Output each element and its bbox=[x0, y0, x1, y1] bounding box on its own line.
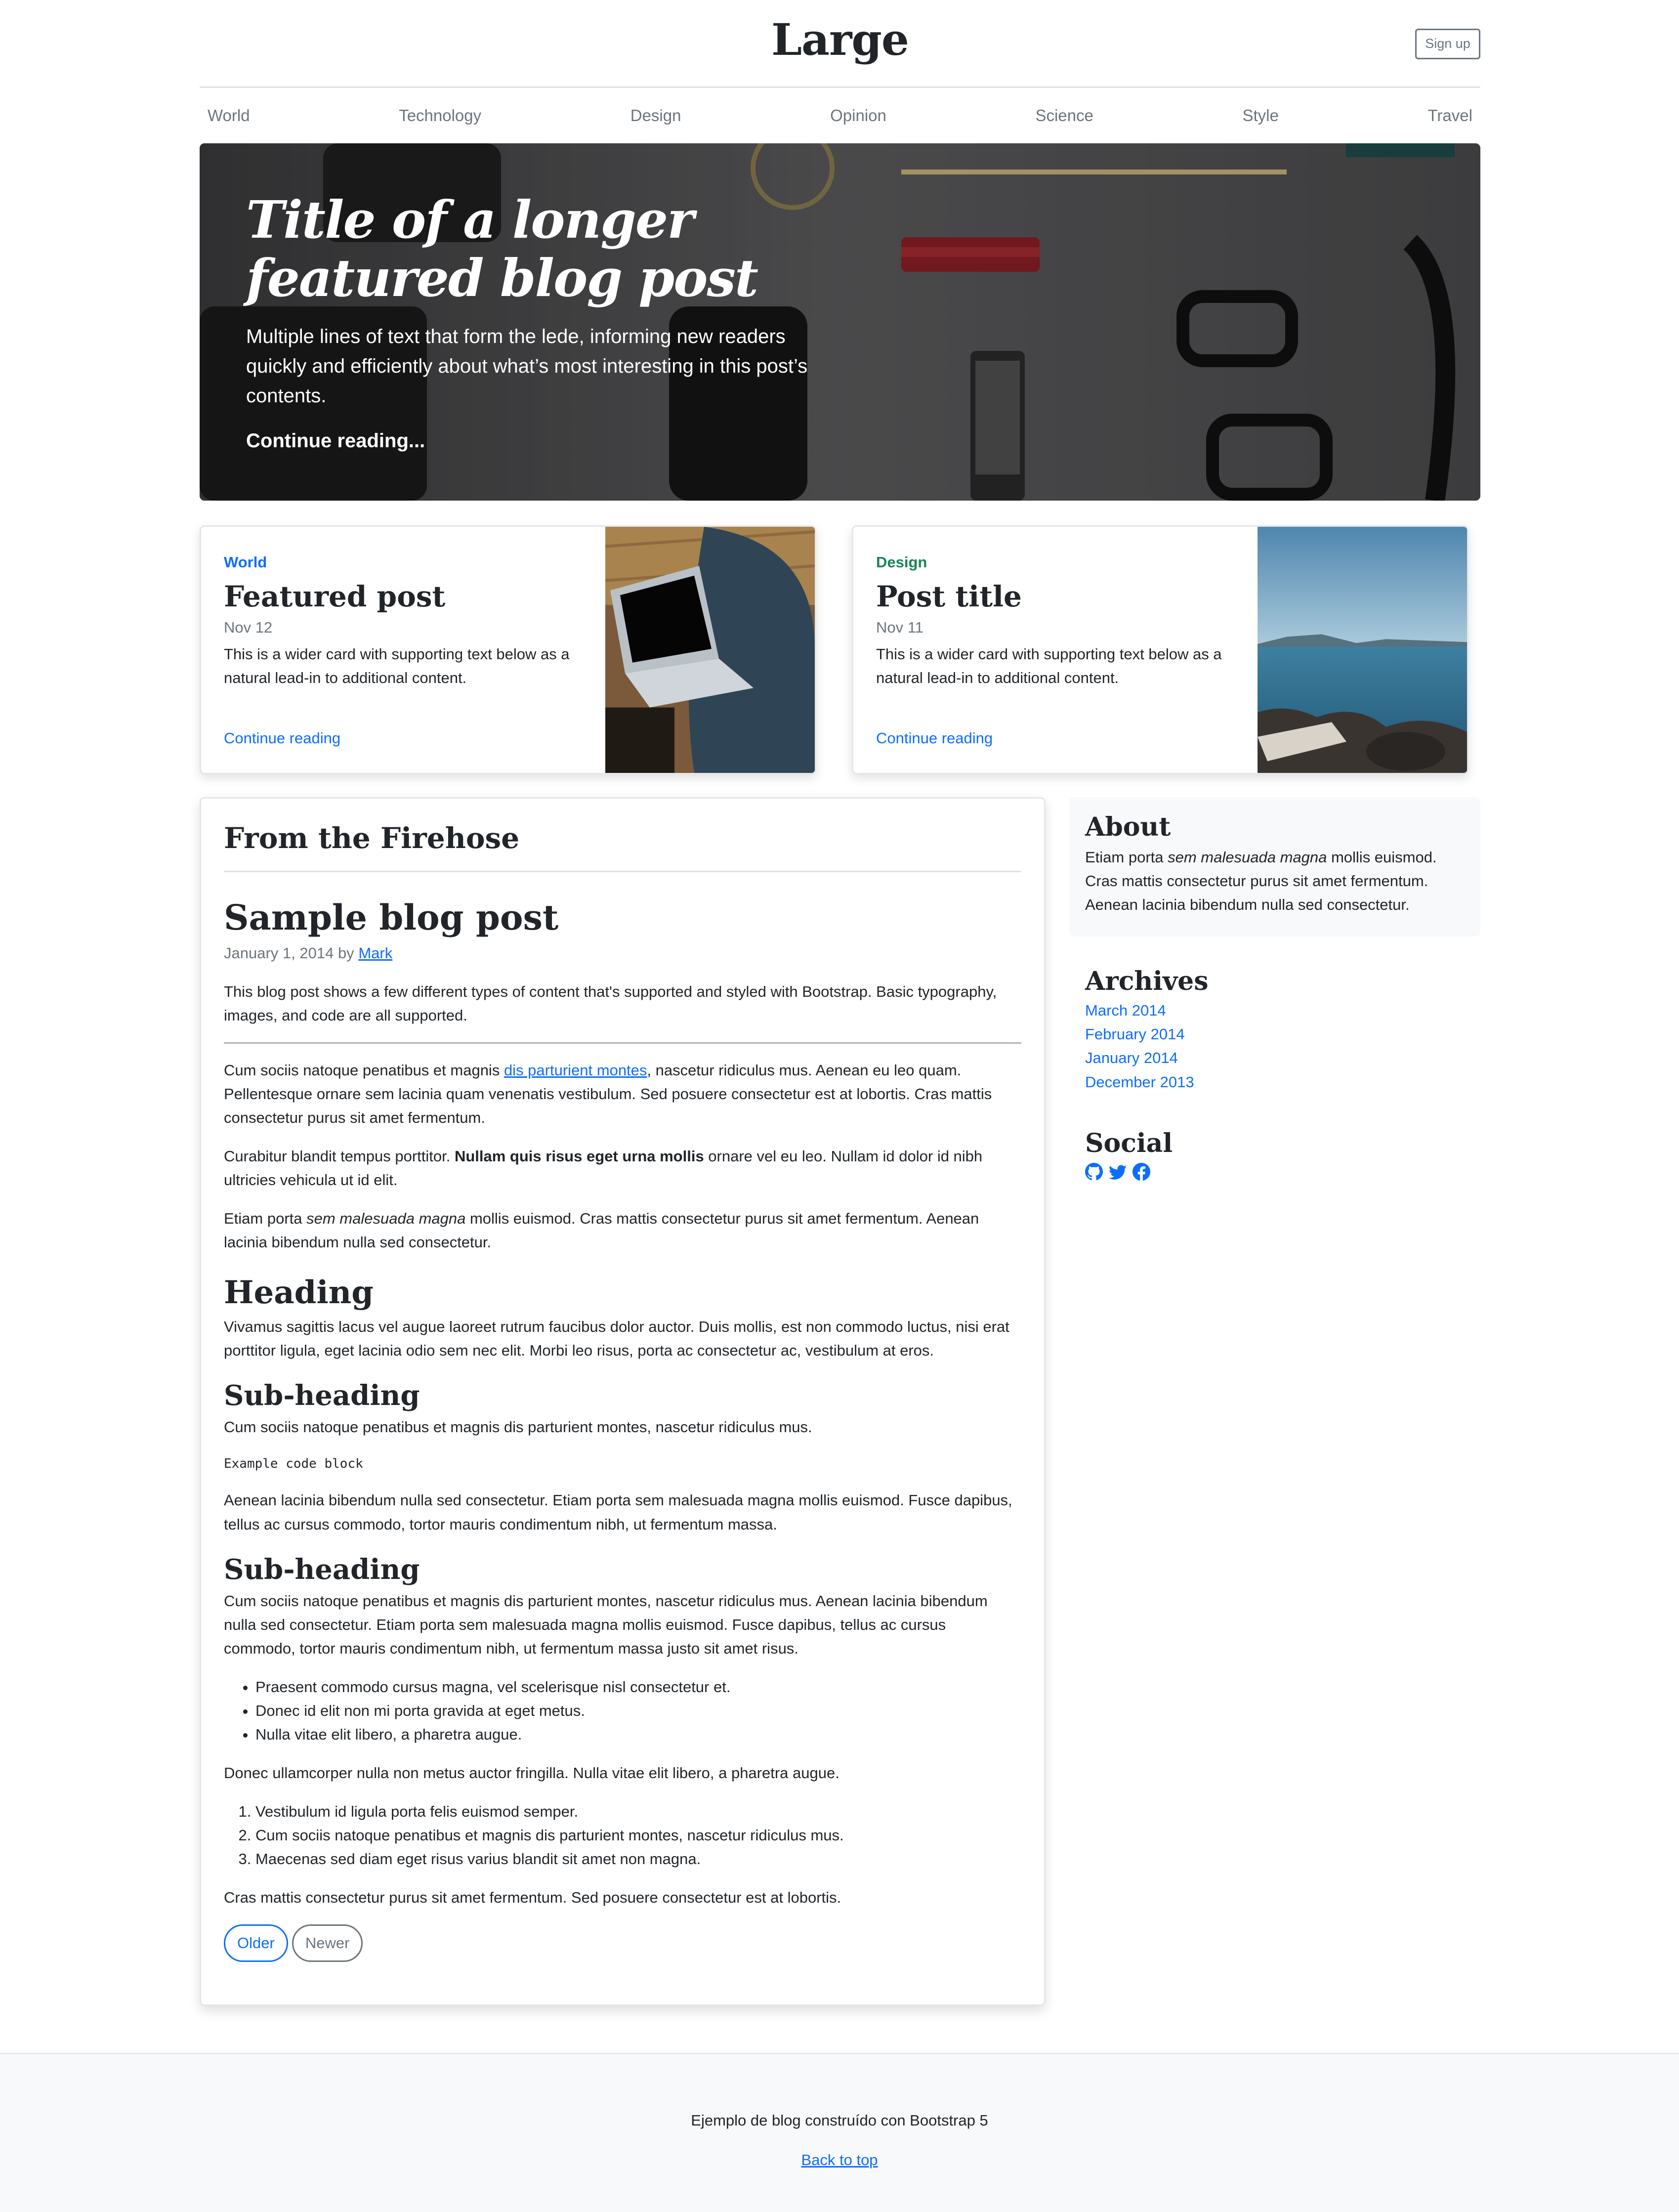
card-date: Nov 12 bbox=[224, 618, 273, 636]
text: Etiam porta bbox=[1085, 849, 1168, 866]
archive-link[interactable]: March 2014 bbox=[1085, 1002, 1166, 1019]
about-text: Etiam porta sem malesuada magna mollis e… bbox=[1085, 846, 1465, 917]
about-box: About Etiam porta sem malesuada magna mo… bbox=[1069, 797, 1480, 936]
card-title: Featured post bbox=[224, 580, 446, 614]
paragraph: Etiam porta sem malesuada magna mollis e… bbox=[224, 1207, 1021, 1254]
inline-link[interactable]: dis parturient montes bbox=[504, 1062, 647, 1079]
paragraph: Donec ullamcorper nulla non metus auctor… bbox=[224, 1764, 840, 1782]
nav-link-technology[interactable]: Technology bbox=[399, 103, 481, 128]
card-text: This is a wider card with supporting tex… bbox=[224, 645, 570, 686]
heading: Heading bbox=[224, 1274, 374, 1312]
archive-link[interactable]: December 2013 bbox=[1085, 1073, 1194, 1091]
card-date: Nov 11 bbox=[876, 618, 923, 636]
card-category: Design bbox=[876, 553, 927, 571]
nav-link-travel[interactable]: Travel bbox=[1427, 103, 1472, 128]
footer-text: Ejemplo de blog construído con Bootstrap… bbox=[691, 2112, 988, 2129]
brand-logo[interactable]: Large bbox=[200, 14, 1480, 66]
list-item: Donec id elit non mi porta gravida at eg… bbox=[255, 1699, 1021, 1723]
archive-item: March 2014 bbox=[1085, 999, 1480, 1022]
main-article-panel: From the Firehose Sample blog post Janua… bbox=[200, 797, 1046, 2006]
paragraph: Cras mattis consectetur purus sit amet f… bbox=[224, 1889, 841, 1907]
nav-link-style[interactable]: Style bbox=[1242, 103, 1278, 128]
list-item: Vestibulum id ligula porta felis euismod… bbox=[255, 1800, 1021, 1824]
card-body: Design Post title Nov 11 This is a wider… bbox=[876, 551, 1261, 690]
archive-link[interactable]: January 2014 bbox=[1085, 1049, 1178, 1066]
post-meta: January 1, 2014 by Mark bbox=[224, 941, 1021, 965]
nav-link-design[interactable]: Design bbox=[630, 103, 681, 128]
archive-link[interactable]: February 2014 bbox=[1085, 1025, 1185, 1043]
list-item: Maecenas sed diam eget risus varius blan… bbox=[255, 1847, 1021, 1871]
site-header: Large Sign up bbox=[200, 0, 1480, 88]
archive-item: January 2014 bbox=[1085, 1046, 1480, 1070]
text: Curabitur blandit tempus porttitor. bbox=[224, 1147, 455, 1165]
bulleted-list: Praesent commodo cursus magna, vel scele… bbox=[224, 1675, 1021, 1746]
twitter-icon[interactable] bbox=[1109, 1163, 1127, 1181]
archives-list: March 2014 February 2014 January 2014 De… bbox=[1085, 999, 1480, 1094]
italic-text: sem malesuada magna bbox=[306, 1209, 466, 1227]
paragraph: Cum sociis natoque penatibus et magnis d… bbox=[224, 1592, 988, 1657]
hero-text-block: Title of a longer featured blog post Mul… bbox=[246, 191, 839, 456]
code-block: Example code block bbox=[224, 1456, 363, 1472]
paragraph: Cum sociis natoque penatibus et magnis d… bbox=[224, 1418, 812, 1436]
paragraph: Curabitur blandit tempus porttitor. Null… bbox=[224, 1145, 1021, 1192]
hero-title: Title of a longer featured blog post bbox=[246, 189, 758, 308]
text: Etiam porta bbox=[224, 1209, 307, 1227]
category-nav: World Technology Design Opinion Science … bbox=[200, 88, 1480, 143]
signup-button[interactable]: Sign up bbox=[1415, 29, 1480, 59]
card-thumbnail-image bbox=[605, 527, 815, 773]
card-category: World bbox=[224, 553, 267, 571]
section-title: From the Firehose bbox=[224, 821, 1021, 872]
card-continue-reading-link[interactable]: Continue reading bbox=[224, 726, 340, 750]
featured-hero: Title of a longer featured blog post Mul… bbox=[200, 143, 1480, 501]
numbered-list: Vestibulum id ligula porta felis euismod… bbox=[224, 1800, 1021, 1871]
list-item: Praesent commodo cursus magna, vel scele… bbox=[255, 1675, 1021, 1699]
back-to-top: Back to top bbox=[0, 2148, 1679, 2172]
list-item: Nulla vitae elit libero, a pharetra augu… bbox=[255, 1723, 1021, 1746]
featured-post-card: World Featured post Nov 12 This is a wid… bbox=[200, 525, 816, 774]
article-content: From the Firehose Sample blog post Janua… bbox=[224, 821, 1021, 1962]
hero-lede: Multiple lines of text that form the led… bbox=[246, 326, 808, 407]
card-body: World Featured post Nov 12 This is a wid… bbox=[224, 551, 609, 690]
italic-text: sem malesuada magna bbox=[1168, 849, 1327, 866]
paragraph: Cum sociis natoque penatibus et magnis d… bbox=[224, 1059, 1021, 1130]
subheading: Sub-heading bbox=[224, 1379, 420, 1412]
pagination: Older Newer bbox=[224, 1924, 1021, 1962]
social-title: Social bbox=[1085, 1128, 1173, 1158]
card-thumbnail-image bbox=[1258, 527, 1467, 773]
newer-button[interactable]: Newer bbox=[292, 1924, 363, 1962]
post-author-link[interactable]: Mark bbox=[358, 944, 392, 962]
list-item: Cum sociis natoque penatibus et magnis d… bbox=[255, 1824, 1021, 1847]
post-date: January 1, 2014 by bbox=[224, 944, 354, 962]
archives-section: Archives March 2014 February 2014 Januar… bbox=[1085, 966, 1480, 1094]
subheading: Sub-heading bbox=[224, 1553, 420, 1586]
card-continue-reading-link[interactable]: Continue reading bbox=[876, 726, 993, 750]
bold-text: Nullam quis risus eget urna mollis bbox=[454, 1147, 704, 1165]
paragraph: Vivamus sagittis lacus vel augue laoreet… bbox=[224, 1318, 1009, 1359]
hero-continue-reading-link[interactable]: Continue reading... bbox=[246, 425, 839, 456]
text: Cum sociis natoque penatibus et magnis bbox=[224, 1061, 504, 1079]
post-title: Sample blog post bbox=[224, 896, 559, 938]
site-footer: Ejemplo de blog construído con Bootstrap… bbox=[0, 2053, 1679, 2212]
social-icons bbox=[1085, 1163, 1480, 1181]
archive-item: February 2014 bbox=[1085, 1022, 1480, 1046]
nav-link-science[interactable]: Science bbox=[1035, 103, 1093, 128]
older-button[interactable]: Older bbox=[224, 1924, 288, 1962]
nav-link-opinion[interactable]: Opinion bbox=[830, 103, 886, 128]
facebook-icon[interactable] bbox=[1133, 1163, 1150, 1181]
archive-item: December 2013 bbox=[1085, 1070, 1480, 1094]
paragraph: Aenean lacinia bibendum nulla sed consec… bbox=[224, 1491, 1012, 1533]
social-section: Social bbox=[1085, 1128, 1480, 1181]
card-title: Post title bbox=[876, 580, 1022, 614]
divider bbox=[224, 1042, 1021, 1044]
post-title-card: Design Post title Nov 11 This is a wider… bbox=[852, 525, 1469, 774]
post-intro: This blog post shows a few different typ… bbox=[224, 982, 997, 1024]
card-text: This is a wider card with supporting tex… bbox=[876, 645, 1222, 686]
back-to-top-link[interactable]: Back to top bbox=[801, 2151, 878, 2169]
archives-title: Archives bbox=[1085, 966, 1209, 996]
about-title: About bbox=[1085, 812, 1171, 842]
nav-link-world[interactable]: World bbox=[208, 103, 250, 128]
github-icon[interactable] bbox=[1085, 1163, 1103, 1181]
